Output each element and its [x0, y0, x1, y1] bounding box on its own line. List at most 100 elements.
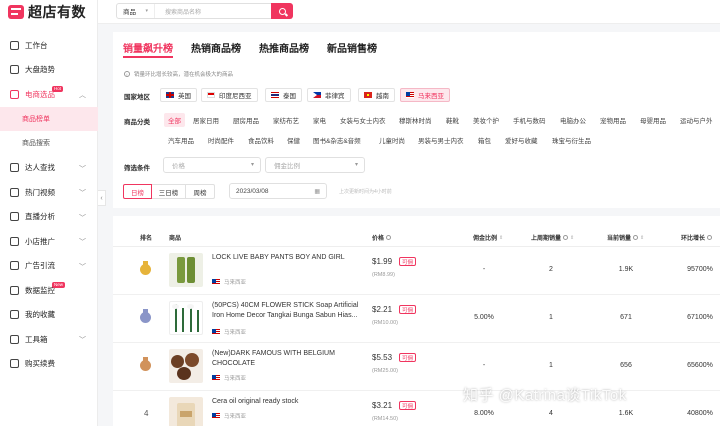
sidebar-item-video[interactable]: 热门视频 ﹀: [0, 180, 98, 205]
period-day-button[interactable]: 日榜: [123, 184, 152, 199]
category-kitchen[interactable]: 厨房用品: [233, 113, 259, 127]
category-label: 商品分类: [124, 119, 150, 126]
workbench-icon: [10, 40, 19, 50]
sidebar-item-trend[interactable]: 大盘趋势: [0, 58, 98, 83]
price-select[interactable]: 价格 ▾: [163, 157, 261, 173]
country-philippines[interactable]: 菲律宾: [307, 88, 351, 102]
commission-select[interactable]: 佣金比例 ▾: [265, 157, 365, 173]
category-food[interactable]: 食品饮料: [248, 133, 274, 147]
country-indonesia[interactable]: 印度尼西亚: [201, 88, 258, 102]
sidebar-collapse-button[interactable]: ‹: [98, 190, 106, 206]
sidebar-nav: 工作台 大盘趋势 电商选品 Hot ︿ 商品榜单 商品搜索 达人查找 ﹀ 热门视频 ﹀ …: [0, 33, 98, 376]
sidebar-item-monitor[interactable]: 数据监控 New: [0, 278, 98, 303]
sidebar-item-influencer[interactable]: 达人查找 ﹀: [0, 156, 98, 181]
product-image[interactable]: [169, 349, 203, 383]
sidebar-item-toolbox[interactable]: 工具箱 ﹀: [0, 327, 98, 352]
product-name[interactable]: (New)DARK FAMOUS WITH BELGIUM CHOCOLATE: [212, 349, 360, 369]
category-all[interactable]: 全部: [164, 113, 185, 127]
category-office[interactable]: 电脑办公: [560, 113, 586, 127]
category-kids[interactable]: 儿童时尚: [379, 133, 405, 147]
category-health[interactable]: 保健: [287, 133, 300, 147]
sidebar-item-purchase[interactable]: 购买续费: [0, 352, 98, 377]
category-beauty[interactable]: 美妆个护: [473, 113, 499, 127]
product-name[interactable]: (50PCS) 40CM FLOWER STICK Soap Artificia…: [212, 301, 360, 321]
logo-icon: [8, 5, 24, 19]
sidebar: 超店有数 工作台 大盘趋势 电商选品 Hot ︿ 商品榜单 商品搜索 达人查找 ﹀ 热…: [0, 0, 98, 426]
category-bags[interactable]: 箱包: [478, 133, 491, 147]
chevron-down-icon: ▾: [250, 162, 254, 168]
table-row[interactable]: (50PCS) 40CM FLOWER STICK Soap Artificia…: [113, 295, 720, 343]
header-growth[interactable]: 环比增长: [681, 233, 713, 242]
sidebar-subitem-product-list[interactable]: 商品榜单: [0, 106, 98, 131]
header-prev-sales[interactable]: 上周期销量 ⇕: [531, 233, 574, 243]
commission-value: 5.00%: [474, 314, 494, 321]
category-womenswear[interactable]: 女装与女士内衣: [340, 113, 386, 127]
category-shoes[interactable]: 鞋靴: [446, 113, 459, 127]
category-phones[interactable]: 手机与数码: [513, 113, 546, 127]
thailand-flag-icon: [271, 92, 279, 98]
new-badge: New: [52, 282, 66, 288]
category-jewelry[interactable]: 珠宝与衍生品: [552, 133, 591, 147]
period-week-button[interactable]: 周榜: [185, 184, 215, 199]
sidebar-item-shop[interactable]: 小店推广 ﹀: [0, 229, 98, 254]
malaysia-flag-icon: [406, 92, 414, 98]
category-pet[interactable]: 宠物用品: [600, 113, 626, 127]
chevron-down-icon: ﹀: [79, 190, 86, 197]
commission-tag: 可佣: [399, 305, 417, 314]
product-image[interactable]: [169, 301, 203, 335]
product-price-rm: (RM14.50): [372, 416, 398, 422]
date-picker[interactable]: 2023/03/08 ▦: [229, 183, 327, 199]
category-muslim[interactable]: 穆斯林时尚: [399, 113, 432, 127]
category-accessories[interactable]: 时尚配件: [208, 133, 234, 147]
category-textile[interactable]: 家纺布艺: [273, 113, 299, 127]
country-thailand[interactable]: 泰国: [265, 88, 302, 102]
topbar: 商品 ▾ 搜索商品名称: [98, 0, 720, 24]
table-row[interactable]: 4 Cera oil original ready stock 马来西亚 $3.…: [113, 391, 720, 426]
favorite-icon: [10, 310, 19, 320]
sidebar-subitem-product-search[interactable]: 商品搜索: [0, 131, 98, 156]
header-rank: 排名: [140, 236, 153, 242]
period-three-day-button[interactable]: 三日榜: [151, 184, 186, 199]
country-vietnam[interactable]: 越南: [358, 88, 395, 102]
help-icon: [386, 235, 392, 240]
search-button[interactable]: [271, 3, 293, 19]
tab-new-products[interactable]: 新品销售榜: [327, 40, 377, 58]
tab-sales-surge[interactable]: 销量飙升榜: [123, 40, 173, 58]
search-category-select[interactable]: 商品 ▾: [117, 4, 155, 18]
tab-hot-promo[interactable]: 热推商品榜: [259, 40, 309, 58]
table-row[interactable]: LOCK LIVE BABY PANTS BOY AND GIRL 马来西亚 $…: [113, 247, 720, 295]
chevron-down-icon: ▾: [354, 162, 358, 168]
ranking-table: 排名 商品 价格 佣金比例 ⇕ 上周期销量 ⇕ 当前销量 ⇕ 环比增长 LOCK LI…: [113, 216, 720, 426]
prev-sales-value: 1: [549, 362, 553, 369]
country-uk[interactable]: 英国: [160, 88, 197, 102]
product-image[interactable]: [169, 253, 203, 287]
category-hobby[interactable]: 爱好与收藏: [505, 133, 538, 147]
category-books[interactable]: 图书&杂志&音频: [313, 133, 361, 147]
sidebar-item-live[interactable]: 直播分析 ﹀: [0, 205, 98, 230]
tab-hot-sales[interactable]: 热销商品榜: [191, 40, 241, 58]
country-malaysia[interactable]: 马来西亚: [400, 88, 450, 102]
logo[interactable]: 超店有数: [0, 0, 97, 24]
product-name[interactable]: LOCK LIVE BABY PANTS BOY AND GIRL: [212, 253, 360, 263]
sidebar-item-favorite[interactable]: 我的收藏: [0, 303, 98, 328]
sidebar-item-ecommerce[interactable]: 电商选品 Hot ︿: [0, 82, 98, 107]
table-row[interactable]: (New)DARK FAMOUS WITH BELGIUM CHOCOLATE …: [113, 343, 720, 391]
sidebar-item-workbench[interactable]: 工作台: [0, 33, 98, 58]
category-home[interactable]: 居家日用: [193, 113, 219, 127]
product-name[interactable]: Cera oil original ready stock: [212, 397, 360, 407]
category-sports[interactable]: 运动与户外: [680, 113, 713, 127]
silver-medal-icon: [140, 309, 151, 323]
header-product: 商品: [169, 236, 182, 242]
commission-value: 8.00%: [474, 410, 494, 417]
live-icon: [10, 212, 19, 222]
sidebar-item-ad[interactable]: 广告引流 ﹀: [0, 254, 98, 279]
header-commission[interactable]: 佣金比例 ⇕: [473, 233, 503, 243]
category-auto[interactable]: 汽车用品: [168, 133, 194, 147]
product-image[interactable]: [169, 397, 203, 426]
header-current-sales[interactable]: 当前销量 ⇕: [607, 233, 644, 243]
ad-icon: [10, 261, 19, 271]
category-appliance[interactable]: 家电: [313, 113, 326, 127]
category-baby[interactable]: 母婴用品: [640, 113, 666, 127]
category-menswear[interactable]: 男装与男士内衣: [418, 133, 464, 147]
header-price[interactable]: 价格: [372, 233, 392, 242]
